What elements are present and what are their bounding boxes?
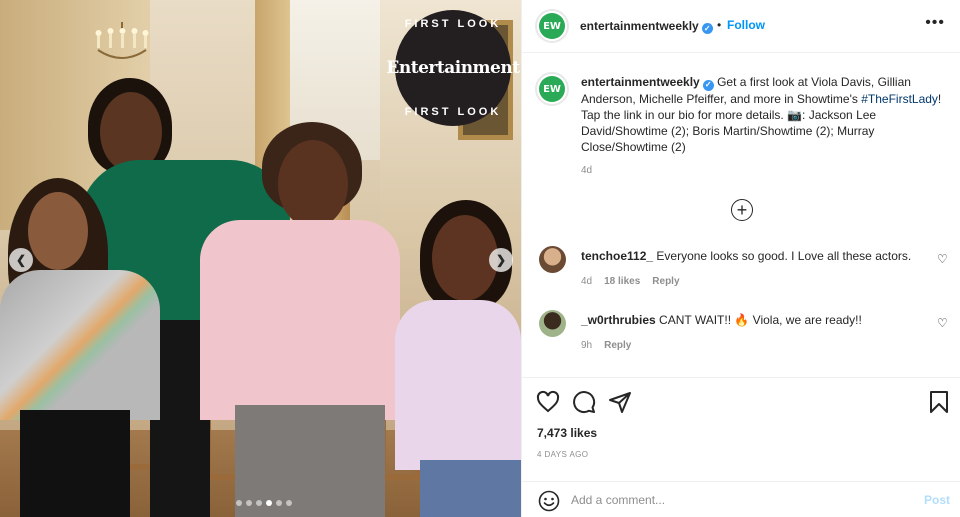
comment-text: Everyone looks so good. I Love all these… [656, 249, 912, 263]
carousel-next-button[interactable]: ❯ [489, 248, 513, 272]
avatar[interactable]: EW [535, 9, 569, 43]
reply-button[interactable]: Reply [652, 276, 679, 287]
carousel-dot[interactable] [246, 500, 252, 506]
avatar[interactable]: EW [535, 72, 569, 106]
carousel-dot[interactable] [276, 500, 282, 506]
post-actions: 7,473 likes 4 DAYS AGO Post [522, 377, 960, 517]
caption-time[interactable]: 4d [581, 165, 592, 176]
avatar[interactable] [539, 310, 566, 337]
follow-button[interactable]: Follow [727, 18, 765, 32]
first-look-badge: FIRST LOOK Entertainment FIRST LOOK [386, 10, 520, 126]
chevron-left-icon: ❮ [15, 253, 27, 267]
comment-username[interactable]: tenchoe112_ [581, 249, 653, 263]
comment-body: _w0rthrubies CANT WAIT!! 🔥 Viola, we are… [581, 312, 921, 328]
comment-time[interactable]: 4d [581, 276, 592, 287]
heart-icon[interactable] [536, 390, 560, 414]
plus-icon: + [736, 200, 748, 220]
post-caption: entertainmentweekly ✓ Get a first look at… [581, 74, 951, 155]
comment-icon[interactable] [572, 390, 596, 414]
post-header: EW entertainmentweekly ✓ • Follow ••• [522, 0, 960, 53]
post-photo[interactable]: FIRST LOOK Entertainment FIRST LOOK ❮ ❯ [0, 0, 521, 517]
add-comment-bar: Post [522, 481, 960, 517]
caption-username[interactable]: entertainmentweekly ✓ [581, 75, 714, 91]
verified-badge-icon: ✓ [701, 23, 713, 34]
likes-count[interactable]: 7,473 likes [537, 426, 597, 440]
share-icon[interactable] [608, 390, 632, 414]
username-text: entertainmentweekly [581, 75, 700, 89]
verified-badge-icon: ✓ [702, 79, 714, 91]
hashtag-link[interactable]: #TheFirstLady [861, 92, 938, 106]
comment-likes[interactable]: 18 likes [604, 276, 640, 287]
load-more-comments-button[interactable]: + [731, 199, 753, 221]
comment-input[interactable] [571, 490, 901, 510]
chevron-right-icon: ❯ [495, 253, 507, 267]
comment-body: tenchoe112_ Everyone looks so good. I Lo… [581, 248, 921, 264]
carousel-dot[interactable] [286, 500, 292, 506]
avatar-logo: EW [539, 76, 565, 102]
chandelier [95, 22, 149, 59]
header-separator: • [717, 18, 722, 32]
comment-meta: 9h Reply [581, 340, 631, 351]
badge-ring-text: FIRST LOOK [404, 18, 502, 30]
comment-meta: 4d 18 likes Reply [581, 276, 680, 287]
carousel-prev-button[interactable]: ❮ [9, 248, 33, 272]
header-username[interactable]: entertainmentweekly ✓ [580, 19, 713, 34]
username-text: entertainmentweekly [580, 19, 699, 33]
avatar[interactable] [539, 246, 566, 273]
more-horizontal-icon[interactable]: ••• [925, 14, 945, 32]
carousel-dot[interactable] [236, 500, 242, 506]
heart-icon[interactable]: ♡ [937, 252, 948, 266]
bookmark-icon[interactable] [928, 390, 950, 414]
carousel-dot[interactable] [266, 500, 272, 506]
badge-ring-text: FIRST LOOK [404, 106, 502, 118]
comment-time[interactable]: 9h [581, 340, 592, 351]
post-comment-button[interactable]: Post [924, 493, 950, 507]
comment-username[interactable]: _w0rthrubies [581, 313, 656, 327]
avatar-logo: EW [539, 13, 565, 39]
emoji-icon[interactable] [538, 490, 560, 512]
post-side-panel: EW entertainmentweekly ✓ • Follow ••• EW … [521, 0, 960, 517]
reply-button[interactable]: Reply [604, 340, 631, 351]
comment-text: CANT WAIT!! 🔥 Viola, we are ready!! [659, 313, 862, 327]
badge-brand: Entertainment [386, 58, 520, 78]
carousel-dot[interactable] [256, 500, 262, 506]
post-date[interactable]: 4 DAYS AGO [537, 450, 588, 459]
comments-list[interactable]: EW entertainmentweekly ✓ Get a first look… [522, 54, 960, 376]
carousel-dots [236, 500, 292, 506]
heart-icon[interactable]: ♡ [937, 316, 948, 330]
